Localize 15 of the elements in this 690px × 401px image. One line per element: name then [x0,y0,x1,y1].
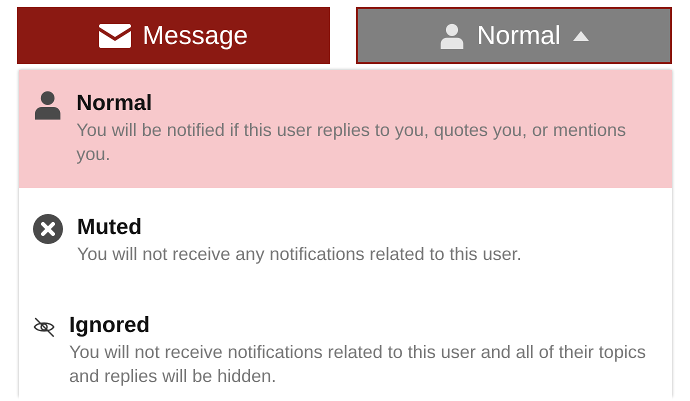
user-icon [438,22,465,48]
item-description: You will be notified if this user replies to you, quotes you, or mentions you. [76,119,627,166]
close-circle-icon [33,214,63,244]
menu-item[interactable]: Normal You will be notified if this user replies to you, quotes you, or mentions you. [19,70,672,188]
envelope-icon [98,24,130,48]
user-icon [33,90,62,120]
notification-level-button[interactable]: Normal [356,7,672,64]
item-description: You will not receive notifications related to this user and all of their topics and replies will be hidden. [69,341,647,388]
item-description: You will not receive any notifications related to this user. [77,243,522,266]
caret-icon [572,30,589,40]
item-title: Ignored [69,312,151,338]
item-title: Muted [77,214,143,240]
item-title: Normal [76,90,154,116]
menu-item[interactable]: Muted You will not receive any notifications related to this user. [19,188,672,286]
message-button[interactable]: Message [17,7,330,64]
